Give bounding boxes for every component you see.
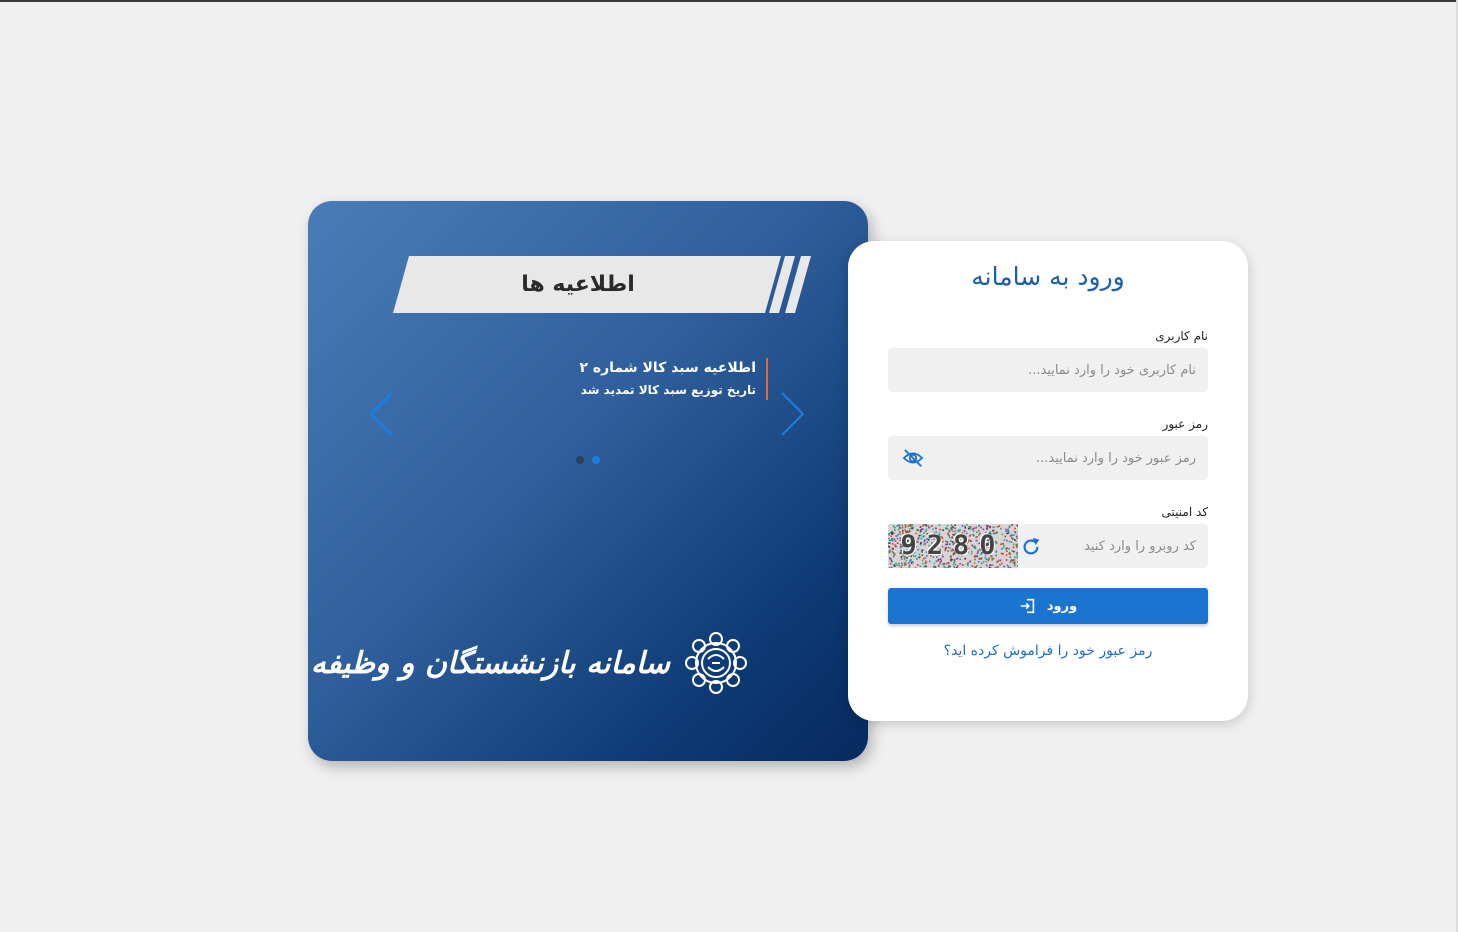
captcha-code: 9280	[900, 530, 1006, 561]
username-input[interactable]	[888, 348, 1208, 392]
login-icon	[1020, 598, 1035, 614]
password-label: رمز عبور	[1162, 417, 1208, 431]
brand-name: سامانه بازنشستگان و وظیفه بگیران	[308, 646, 670, 681]
announcement-title: اطلاعیه سبد کالا شماره ۲	[579, 360, 756, 376]
chevron-right-icon	[781, 392, 805, 436]
captcha-input[interactable]	[1048, 524, 1208, 568]
password-input[interactable]	[888, 436, 1208, 480]
captcha-image: 9280	[888, 524, 1018, 568]
refresh-icon[interactable]	[1020, 536, 1042, 558]
eye-off-icon[interactable]	[902, 448, 924, 468]
carousel-prev-button[interactable]	[366, 391, 396, 437]
username-field-wrapper	[888, 348, 1208, 392]
carousel-dot-active[interactable]	[592, 456, 600, 464]
username-label: نام کاربری	[1155, 329, 1208, 343]
top-border	[0, 0, 1458, 2]
forgot-password-link[interactable]: رمز عبور خود را فراموش کرده اید؟	[848, 643, 1248, 659]
login-title: ورود به سامانه	[971, 262, 1125, 291]
carousel-next-button[interactable]	[778, 391, 808, 437]
announcements-heading: اطلاعیه ها	[521, 272, 635, 297]
captcha-label: کد امنیتی	[1161, 505, 1208, 519]
login-button-label: ورود	[1046, 598, 1078, 614]
tehran-municipality-emblem	[685, 632, 747, 694]
login-button[interactable]: ورود	[888, 588, 1208, 624]
announcement-body: تاریخ توزیع سبد کالا تمدید شد	[580, 383, 756, 397]
login-card: ورود به سامانه نام کاربری رمز عبور کد ام…	[848, 241, 1248, 721]
announcements-card: اطلاعیه ها اطلاعیه سبد کالا شماره ۲ تاری…	[308, 201, 868, 761]
announcements-banner: اطلاعیه ها	[393, 256, 813, 313]
announcement-item[interactable]: اطلاعیه سبد کالا شماره ۲ تاریخ توزیع سبد…	[356, 358, 768, 400]
brand-logo: سامانه بازنشستگان و وظیفه بگیران	[308, 631, 748, 703]
captcha-field-wrapper: 9280	[888, 524, 1208, 568]
chevron-left-icon	[368, 391, 394, 437]
carousel-dots	[576, 456, 600, 466]
carousel-dot[interactable]	[576, 456, 584, 464]
password-field-wrapper	[888, 436, 1208, 480]
